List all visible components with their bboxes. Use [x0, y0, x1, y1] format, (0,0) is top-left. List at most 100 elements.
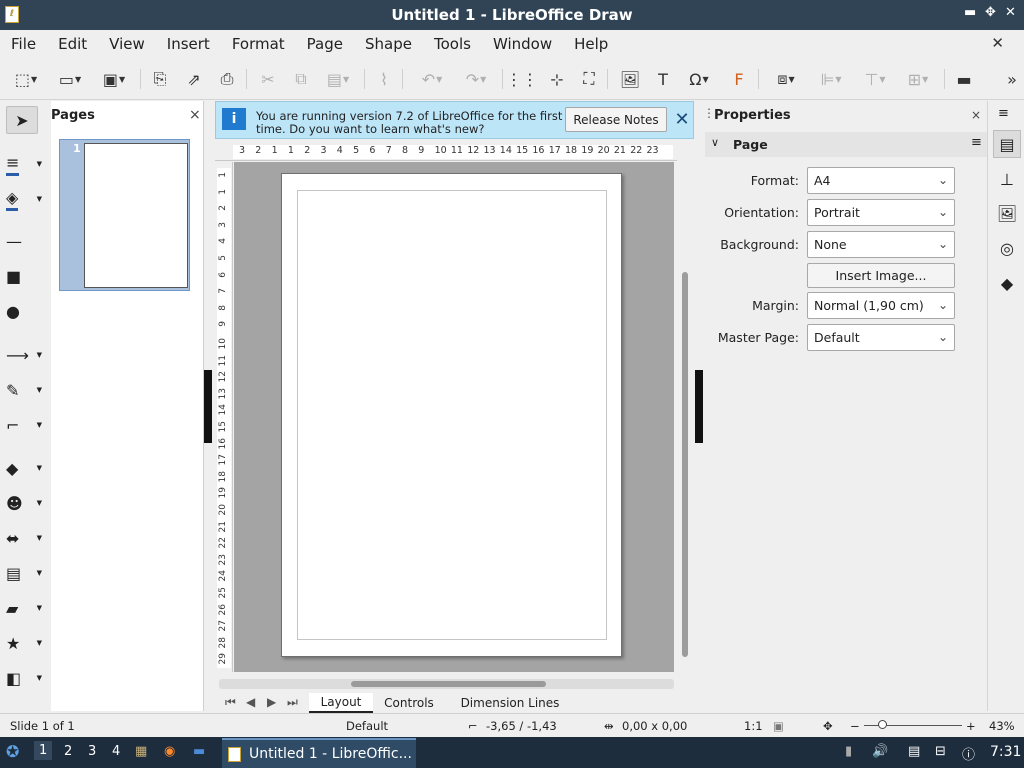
- horizontal-ruler[interactable]: 3 2 1 1 2 3 4 5 6 7 8 9 10 11 12 13 14 15 16 17 18 19 20 21 22 23: [215, 143, 677, 161]
- properties-deck-icon[interactable]: ▤: [993, 130, 1021, 158]
- last-tab-icon[interactable]: ⏭: [287, 695, 298, 710]
- pages-panel-close-button[interactable]: ×: [189, 107, 201, 123]
- fit-page-icon[interactable]: ✥: [823, 719, 833, 733]
- new-icon[interactable]: ⬚ ▼: [8, 67, 44, 91]
- scale-factor[interactable]: 1:1: [744, 719, 763, 733]
- vertical-ruler[interactable]: 1 1 2 3 4 5 6 7 8 9 10 11 12 13 14 15 16 17 18 19 20 21 22 23 24…: [215, 162, 233, 672]
- open-icon[interactable]: ▭ ▼: [52, 67, 88, 91]
- print-icon[interactable]: ⎙: [215, 67, 239, 91]
- fontwork-icon[interactable]: F: [727, 67, 751, 91]
- first-tab-icon[interactable]: ⏮: [225, 695, 236, 710]
- helplines-icon[interactable]: ⊹: [545, 67, 569, 91]
- menu-edit[interactable]: Edit: [47, 35, 98, 53]
- menu-file[interactable]: File: [0, 35, 47, 53]
- pages-panel-collapse-handle[interactable]: [204, 370, 212, 443]
- menu-tools[interactable]: Tools: [423, 35, 482, 53]
- vertical-scrollbar-thumb[interactable]: [682, 272, 688, 657]
- updates-icon[interactable]: ▮: [845, 744, 852, 759]
- format-select[interactable]: A4 ⌄: [807, 167, 955, 194]
- export-pdf-icon[interactable]: ⇗: [182, 67, 206, 91]
- special-character-icon[interactable]: Ω ▼: [681, 67, 717, 91]
- menu-shape[interactable]: Shape: [354, 35, 423, 53]
- flowchart-icon[interactable]: ▤ ▼: [6, 559, 44, 587]
- menu-window[interactable]: Window: [482, 35, 563, 53]
- workspace-4[interactable]: 4: [112, 744, 120, 759]
- section-menu-icon[interactable]: ≡: [971, 135, 982, 150]
- page-section-header[interactable]: ∨ Page ≡: [705, 132, 987, 157]
- transformations-icon[interactable]: ⧈ ▼: [768, 67, 804, 91]
- shadow-icon[interactable]: ▬: [952, 67, 976, 91]
- desktop-icon[interactable]: ▬: [193, 744, 205, 759]
- textbox-icon[interactable]: T: [651, 67, 675, 91]
- select-icon[interactable]: ➤: [6, 106, 38, 134]
- page-thumbnail-1[interactable]: 1: [59, 139, 190, 291]
- grid-icon[interactable]: ⋮⋮: [506, 67, 538, 91]
- prev-tab-icon[interactable]: ◀: [246, 695, 255, 709]
- workspace-3[interactable]: 3: [88, 744, 96, 759]
- symbol-shapes-icon[interactable]: ☻ ▼: [6, 489, 44, 517]
- copy-icon[interactable]: ⧉: [289, 67, 313, 91]
- styles-deck-icon[interactable]: ⊥: [993, 165, 1021, 193]
- tab-dimension-lines[interactable]: Dimension Lines: [455, 693, 565, 713]
- drawing-page[interactable]: [281, 173, 622, 657]
- gallery-deck-icon[interactable]: 🖼: [993, 199, 1021, 227]
- clone-formatting-icon[interactable]: ⌇: [372, 67, 396, 91]
- notifications-icon[interactable]: ⓘ: [962, 744, 975, 763]
- line-color-icon[interactable]: ≡ ▼: [6, 150, 44, 178]
- connector-icon[interactable]: ⌐ ▼: [6, 411, 44, 439]
- curve-icon[interactable]: ✎ ▼: [6, 376, 44, 404]
- workspace-1[interactable]: 1: [34, 741, 53, 760]
- distribute-icon[interactable]: ⊞ ▼: [900, 67, 936, 91]
- horizontal-scrollbar[interactable]: [219, 679, 674, 689]
- master-page-select[interactable]: Default ⌄: [807, 324, 955, 351]
- file-manager-icon[interactable]: ▦: [135, 744, 147, 759]
- cut-icon[interactable]: ✂: [256, 67, 280, 91]
- start-menu-icon[interactable]: ✪: [6, 742, 19, 761]
- arrange-icon[interactable]: ⊤ ▼: [857, 67, 893, 91]
- align-icon[interactable]: ⊫ ▼: [813, 67, 849, 91]
- menu-page[interactable]: Page: [296, 35, 354, 53]
- sidebar-menu-icon[interactable]: ≡: [998, 106, 1009, 121]
- orientation-select[interactable]: Portrait ⌄: [807, 199, 955, 226]
- more-icon[interactable]: »: [1002, 67, 1022, 91]
- zoom-out-button[interactable]: −: [850, 719, 860, 733]
- maximize-button[interactable]: ✥: [985, 5, 996, 20]
- save-icon[interactable]: ▣ ▼: [96, 67, 132, 91]
- shapes-deck-icon[interactable]: ◆: [993, 269, 1021, 297]
- zoom-slider-handle[interactable]: [878, 720, 887, 729]
- line-icon[interactable]: —: [6, 227, 44, 255]
- tab-layout[interactable]: Layout: [309, 693, 373, 713]
- minimize-button[interactable]: ▬: [964, 5, 976, 20]
- background-select[interactable]: None ⌄: [807, 231, 955, 258]
- drawing-canvas[interactable]: [234, 162, 674, 672]
- next-tab-icon[interactable]: ▶: [267, 695, 276, 709]
- menu-view[interactable]: View: [98, 35, 156, 53]
- rectangle-icon[interactable]: ■: [6, 262, 44, 290]
- workspace-2[interactable]: 2: [64, 744, 72, 759]
- paste-icon[interactable]: ▤ ▼: [320, 67, 356, 91]
- release-notes-button[interactable]: Release Notes: [565, 107, 667, 132]
- ellipse-icon[interactable]: ●: [6, 297, 44, 325]
- zoom-in-button[interactable]: +: [966, 719, 976, 733]
- 3d-object-icon[interactable]: ◧ ▼: [6, 664, 44, 692]
- block-arrows-icon[interactable]: ⬌ ▼: [6, 524, 44, 552]
- export-icon[interactable]: ⎘: [148, 67, 172, 91]
- redo-icon[interactable]: ↷ ▼: [458, 67, 494, 91]
- firefox-icon[interactable]: ◉: [164, 744, 175, 759]
- menu-format[interactable]: Format: [221, 35, 296, 53]
- clipboard-icon[interactable]: ▤: [908, 744, 920, 759]
- insert-image-button[interactable]: Insert Image...: [807, 263, 955, 288]
- properties-close-button[interactable]: ×: [971, 108, 981, 122]
- horizontal-scrollbar-thumb[interactable]: [351, 681, 546, 687]
- taskbar-libreoffice-draw[interactable]: Untitled 1 - LibreOffic...: [222, 738, 416, 768]
- star-icon[interactable]: ★ ▼: [6, 629, 44, 657]
- sidebar-collapse-handle[interactable]: [695, 370, 703, 443]
- undo-icon[interactable]: ↶ ▼: [414, 67, 450, 91]
- arrow-line-icon[interactable]: ⟶ ▼: [6, 341, 44, 369]
- vertical-scrollbar[interactable]: [680, 162, 690, 672]
- zoom-level[interactable]: 43%: [989, 719, 1015, 733]
- callout-icon[interactable]: ▰ ▼: [6, 594, 44, 622]
- menu-insert[interactable]: Insert: [156, 35, 221, 53]
- volume-icon[interactable]: 🔊: [872, 744, 888, 759]
- close-window-button[interactable]: ✕: [1005, 5, 1016, 20]
